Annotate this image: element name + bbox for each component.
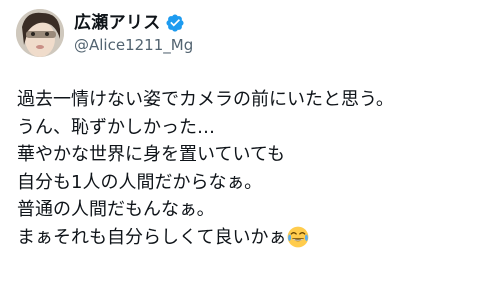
tweet-text: 過去一情けない姿でカメラの前にいたと思う。 うん、恥ずかしかった… 華やかな世界… <box>17 86 487 251</box>
tweet-line-5: 普通の人間だもんなぁ。 <box>17 199 215 220</box>
avatar[interactable] <box>16 9 64 57</box>
handle[interactable]: @Alice1211_Mg <box>74 35 193 55</box>
author-names: 広瀬アリス @Alice1211_Mg <box>74 12 193 55</box>
tweet-line-6-wrapper: まぁそれも自分らしくて良いかぁ <box>17 224 487 252</box>
tweet-line-3: 華やかな世界に身を置いていても <box>17 144 286 165</box>
avatar-photo-icon <box>16 9 64 57</box>
face-with-tears-of-joy-icon <box>287 226 309 248</box>
verified-badge-icon <box>165 13 185 33</box>
tweet-header: 広瀬アリス @Alice1211_Mg <box>16 9 193 57</box>
tweet-line-6: まぁそれも自分らしくて良いかぁ <box>17 226 287 248</box>
tweet-line-4: 自分も1人の人間だからなぁ。 <box>17 171 263 193</box>
display-name[interactable]: 広瀬アリス <box>74 12 161 34</box>
name-row: 広瀬アリス <box>74 12 193 34</box>
tweet-line-1: 過去一情けない姿でカメラの前にいたと思う。 <box>17 89 394 110</box>
tweet-line-2: うん、恥ずかしかった… <box>17 116 215 138</box>
